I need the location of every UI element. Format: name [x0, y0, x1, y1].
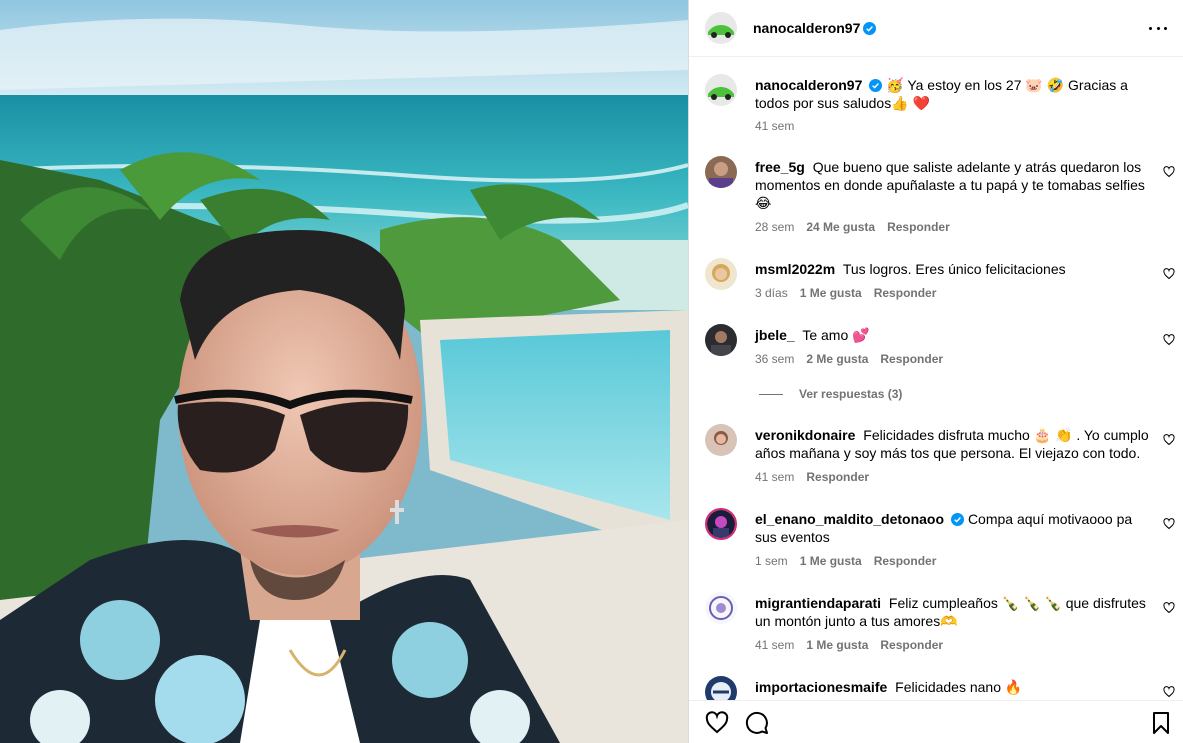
verified-badge-icon	[951, 513, 965, 526]
comment-likes[interactable]: 1 Me gusta	[806, 638, 868, 652]
comment-likes[interactable]: 1 Me gusta	[800, 554, 862, 568]
comment-time: 41 sem	[755, 470, 795, 484]
comment-avatar[interactable]	[705, 592, 737, 624]
comment-time: 28 sem	[755, 220, 795, 234]
action-bar	[689, 700, 1183, 743]
verified-badge-icon	[869, 79, 883, 92]
comment-text: Te amo 💕	[802, 327, 870, 343]
reply-button[interactable]: Responder	[887, 220, 950, 234]
comment-username[interactable]: free_5g	[755, 159, 805, 175]
reply-button[interactable]: Responder	[880, 352, 943, 366]
heart-icon[interactable]	[1163, 334, 1175, 346]
view-replies-button[interactable]: Ver respuestas (3)	[759, 387, 902, 401]
heart-icon[interactable]	[1163, 518, 1175, 530]
comment-likes[interactable]: 2 Me gusta	[806, 352, 868, 366]
comment-likes[interactable]: 24 Me gusta	[806, 220, 875, 234]
comments-list[interactable]: nanocalderon97 🥳 Ya estoy en los 27 🐷 🤣 …	[689, 58, 1183, 700]
comment-time: 36 sem	[755, 352, 795, 366]
comment-username[interactable]: migrantiendaparati	[755, 595, 881, 611]
heart-icon[interactable]	[1163, 268, 1175, 280]
post-photo[interactable]	[0, 0, 688, 743]
reply-button[interactable]: Responder	[880, 638, 943, 652]
comment-username[interactable]: msml2022m	[755, 261, 835, 277]
comment-likes[interactable]: 1 Me gusta	[800, 286, 862, 300]
reply-button[interactable]: Responder	[874, 286, 937, 300]
caption-text: nanocalderon97 🥳 Ya estoy en los 27 🐷 🤣 …	[755, 76, 1151, 112]
comment-time: 41 sem	[755, 638, 795, 652]
comment-username[interactable]: el_enano_maldito_detonaoo	[755, 511, 944, 527]
caption-meta: 41 sem	[755, 119, 794, 133]
comment-username[interactable]: veronikdonaire	[755, 427, 855, 443]
comment-time: 3 días	[755, 286, 788, 300]
comment-icon[interactable]	[745, 711, 769, 735]
post-header: nanocalderon97	[689, 0, 1183, 57]
comment-username[interactable]: jbele_	[755, 327, 795, 343]
author-username[interactable]: nanocalderon97	[753, 20, 860, 36]
view-replies-label: Ver respuestas (3)	[799, 387, 903, 401]
heart-icon[interactable]	[1163, 434, 1175, 446]
heart-icon[interactable]	[1163, 686, 1175, 698]
comment-text: Felicidades nano 🔥	[895, 679, 1023, 695]
author-avatar[interactable]	[705, 12, 737, 44]
selfie-image	[0, 0, 688, 743]
verified-badge-icon	[863, 21, 877, 35]
comment-username[interactable]: importacionesmaife	[755, 679, 887, 695]
comment-text: Que bueno que saliste adelante y atrás q…	[755, 159, 1145, 211]
reply-button[interactable]: Responder	[874, 554, 937, 568]
comment-time: 1 sem	[755, 554, 788, 568]
more-options-icon[interactable]	[1146, 18, 1170, 38]
heart-icon[interactable]	[1163, 602, 1175, 614]
divider-line	[759, 393, 783, 395]
comment-avatar[interactable]	[705, 424, 737, 456]
post-panel: nanocalderon97 nanocalderon97 🥳 Ya estoy…	[688, 0, 1183, 743]
bookmark-icon[interactable]	[1149, 711, 1173, 735]
comment-avatar[interactable]	[705, 258, 737, 290]
comment-text: Tus logros. Eres único felicitaciones	[842, 261, 1066, 277]
heart-icon[interactable]	[1163, 166, 1175, 178]
comment-avatar[interactable]	[705, 156, 737, 188]
caption-username[interactable]: nanocalderon97	[755, 77, 862, 93]
heart-icon[interactable]	[705, 711, 729, 735]
caption-time: 41 sem	[755, 119, 795, 133]
reply-button[interactable]: Responder	[806, 470, 869, 484]
comment-avatar[interactable]	[705, 676, 737, 700]
comment-avatar[interactable]	[705, 324, 737, 356]
comment-avatar[interactable]	[705, 508, 737, 540]
author-avatar[interactable]	[705, 74, 737, 106]
